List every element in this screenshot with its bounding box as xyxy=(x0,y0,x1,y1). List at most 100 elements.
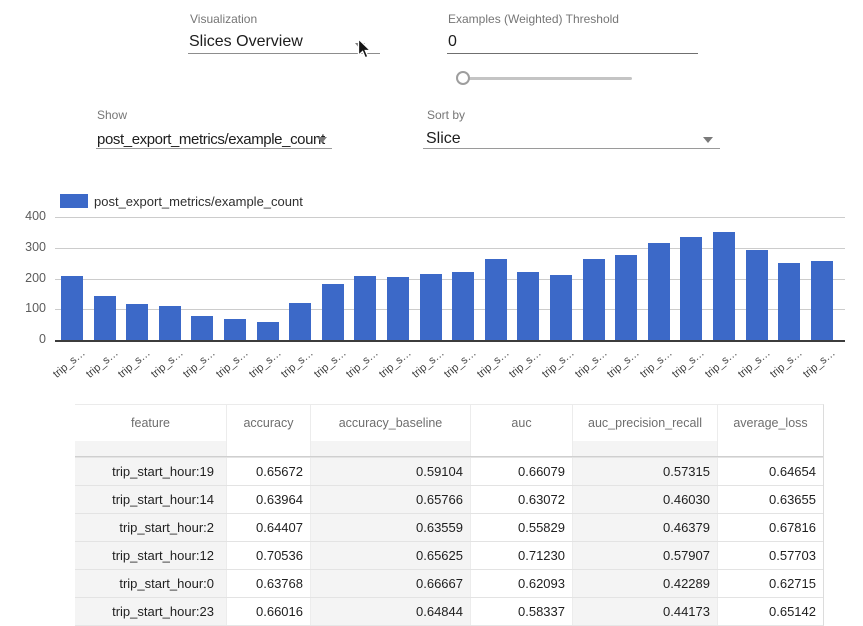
bar[interactable] xyxy=(746,250,768,340)
table-cell: 0.58337 xyxy=(471,598,573,625)
table-filter-row xyxy=(75,441,823,457)
filter-cell xyxy=(471,441,573,456)
column-header[interactable]: average_loss xyxy=(718,405,823,441)
show-underline xyxy=(96,148,332,149)
table-cell: 0.65625 xyxy=(311,542,471,569)
chevron-down-icon xyxy=(317,137,327,143)
y-axis-tick-label: 100 xyxy=(12,301,46,315)
table-row[interactable]: trip_start_hour:120.705360.656250.712300… xyxy=(75,541,823,569)
gridline xyxy=(55,217,845,218)
x-axis-baseline xyxy=(55,340,845,342)
table-cell: 0.65672 xyxy=(227,458,311,485)
table-row[interactable]: trip_start_hour:140.639640.657660.630720… xyxy=(75,485,823,513)
sort-by-label: Sort by xyxy=(427,108,465,122)
table-cell: 0.71230 xyxy=(471,542,573,569)
table-cell: 0.70536 xyxy=(227,542,311,569)
table-cell: 0.63655 xyxy=(718,486,823,513)
table-cell: 0.63768 xyxy=(227,570,311,597)
table-cell: 0.55829 xyxy=(471,514,573,541)
bar[interactable] xyxy=(61,276,83,340)
table-cell: 0.64407 xyxy=(227,514,311,541)
table-header-row: featureaccuracyaccuracy_baselineaucauc_p… xyxy=(75,405,823,441)
column-header[interactable]: auc xyxy=(471,405,573,441)
bar[interactable] xyxy=(583,259,605,340)
threshold-underline xyxy=(447,53,698,54)
threshold-input[interactable]: 0 xyxy=(448,33,457,51)
table-cell: 0.46379 xyxy=(573,514,718,541)
filter-cell xyxy=(227,441,311,456)
table-cell: trip_start_hour:14 xyxy=(75,486,227,513)
visualization-underline xyxy=(188,53,380,54)
table-cell: 0.62715 xyxy=(718,570,823,597)
table-cell: 0.66079 xyxy=(471,458,573,485)
table-row[interactable]: trip_start_hour:20.644070.635590.558290.… xyxy=(75,513,823,541)
bar[interactable] xyxy=(159,306,181,340)
table-row[interactable]: trip_start_hour:190.656720.591040.660790… xyxy=(75,457,823,485)
table-cell: 0.64654 xyxy=(718,458,823,485)
bar[interactable] xyxy=(224,319,246,340)
bar[interactable] xyxy=(778,263,800,340)
bar[interactable] xyxy=(289,303,311,340)
bar[interactable] xyxy=(387,277,409,340)
bar[interactable] xyxy=(126,304,148,340)
table-cell: 0.42289 xyxy=(573,570,718,597)
bar[interactable] xyxy=(420,274,442,340)
table-cell: 0.66016 xyxy=(227,598,311,625)
table-cell: 0.59104 xyxy=(311,458,471,485)
table-cell: 0.46030 xyxy=(573,486,718,513)
bar[interactable] xyxy=(485,259,507,340)
column-header[interactable]: accuracy_baseline xyxy=(311,405,471,441)
bar[interactable] xyxy=(322,284,344,340)
table-cell: trip_start_hour:23 xyxy=(75,598,227,625)
bar[interactable] xyxy=(648,243,670,340)
bar[interactable] xyxy=(615,255,637,340)
column-header[interactable]: feature xyxy=(75,405,227,441)
bar[interactable] xyxy=(257,322,279,340)
column-header[interactable]: auc_precision_recall xyxy=(573,405,718,441)
sort-by-underline xyxy=(423,148,720,149)
visualization-dropdown[interactable]: Slices Overview xyxy=(189,33,303,51)
table-cell: 0.62093 xyxy=(471,570,573,597)
column-header[interactable]: accuracy xyxy=(227,405,311,441)
bar[interactable] xyxy=(811,261,833,340)
bar[interactable] xyxy=(94,296,116,340)
table-cell: 0.64844 xyxy=(311,598,471,625)
table-cell: 0.65766 xyxy=(311,486,471,513)
threshold-slider-thumb[interactable] xyxy=(456,71,470,85)
filter-cell xyxy=(718,441,823,456)
bar[interactable] xyxy=(713,232,735,340)
bar[interactable] xyxy=(550,275,572,340)
bar[interactable] xyxy=(354,276,376,340)
table-cell: 0.66667 xyxy=(311,570,471,597)
chevron-down-icon xyxy=(703,137,713,143)
y-axis-tick-label: 200 xyxy=(12,271,46,285)
show-dropdown[interactable]: post_export_metrics/example_count xyxy=(97,131,325,148)
sort-by-dropdown[interactable]: Slice xyxy=(426,130,461,148)
table-cell: 0.67816 xyxy=(718,514,823,541)
table-cell: trip_start_hour:12 xyxy=(75,542,227,569)
table-cell: 0.63964 xyxy=(227,486,311,513)
filter-cell xyxy=(311,441,471,456)
legend-label: post_export_metrics/example_count xyxy=(94,194,303,209)
bar[interactable] xyxy=(452,272,474,340)
table-cell: trip_start_hour:2 xyxy=(75,514,227,541)
table-cell: trip_start_hour:0 xyxy=(75,570,227,597)
table-cell: 0.63072 xyxy=(471,486,573,513)
table-cell: 0.57907 xyxy=(573,542,718,569)
table-row[interactable]: trip_start_hour:230.660160.648440.583370… xyxy=(75,597,823,625)
threshold-label: Examples (Weighted) Threshold xyxy=(448,12,619,26)
table-cell: 0.44173 xyxy=(573,598,718,625)
table-cell: 0.65142 xyxy=(718,598,823,625)
y-axis-tick-label: 300 xyxy=(12,240,46,254)
table-row[interactable]: trip_start_hour:00.637680.666670.620930.… xyxy=(75,569,823,597)
bar[interactable] xyxy=(680,237,702,340)
mouse-pointer-icon xyxy=(357,38,372,60)
threshold-slider[interactable] xyxy=(457,77,632,80)
bar[interactable] xyxy=(517,272,539,340)
table-cell: 0.63559 xyxy=(311,514,471,541)
table-cell: 0.57315 xyxy=(573,458,718,485)
bar[interactable] xyxy=(191,316,213,340)
y-axis-tick-label: 400 xyxy=(12,209,46,223)
filter-cell xyxy=(75,441,227,456)
table-cell: trip_start_hour:19 xyxy=(75,458,227,485)
